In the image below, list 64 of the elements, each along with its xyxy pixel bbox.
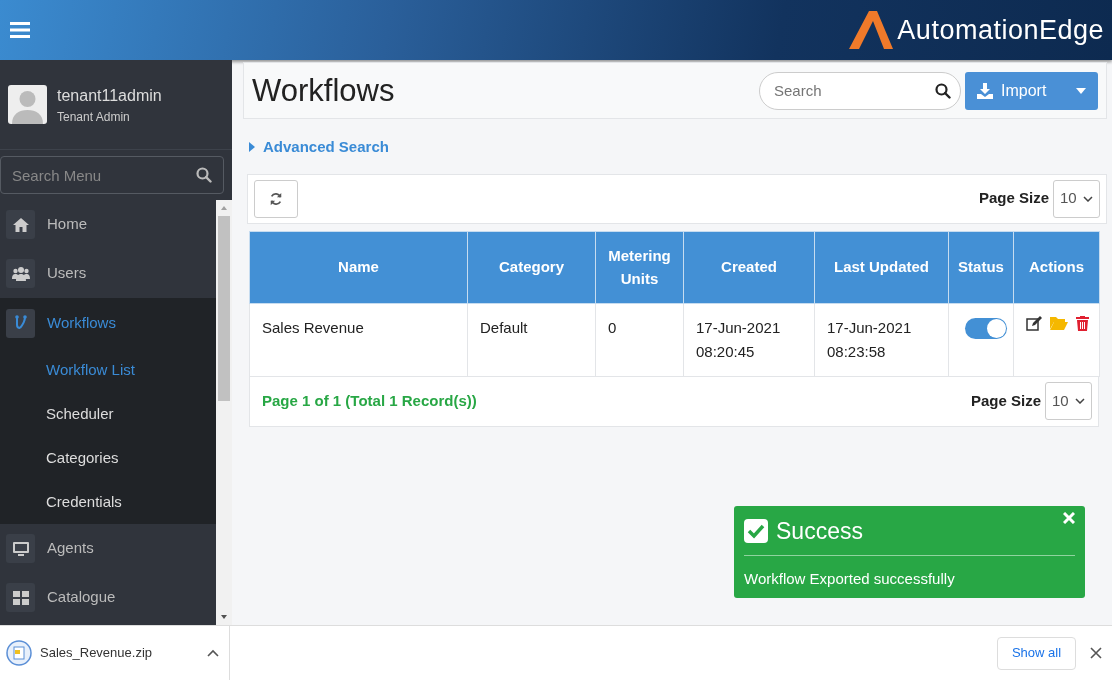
logo-icon [849,11,894,49]
search-icon[interactable] [196,167,212,183]
monitor-icon [11,539,30,558]
caret-icon[interactable] [249,142,255,153]
page-size-label: Page Size [978,188,1049,209]
scrollbar[interactable] [216,200,232,625]
download-icon [977,82,993,99]
pagination-summary: Page 1 of 1 (Total 1 Record(s)) [262,390,477,411]
user-role: Tenant Admin [57,108,131,126]
table-cell: 0 [595,303,684,376]
page-title: Workflows [252,71,395,110]
page-size-select[interactable]: 10 [1053,179,1100,218]
submenu-item[interactable]: Scheduler [0,392,216,436]
import-button[interactable]: Import [965,71,1098,110]
menu-icon[interactable] [10,22,30,38]
refresh-button[interactable] [254,179,298,218]
close-icon [1063,512,1075,524]
download-file-name[interactable]: Sales_Revenue.zip [40,643,199,663]
show-all-button[interactable]: Show all [997,636,1076,670]
caret-icon[interactable] [1076,87,1086,94]
column-header[interactable]: Category [467,231,596,303]
page-size-select[interactable]: 10 [1045,382,1092,420]
avatar-icon [8,85,47,124]
toast-title: Success [776,517,863,546]
zip-file-icon[interactable] [6,640,32,666]
users-icon [11,264,30,283]
sidebar-item[interactable]: Home [0,200,216,249]
sidebar-item[interactable]: Agents [0,524,216,573]
grid-icon [11,588,30,607]
column-header[interactable]: Status [948,231,1014,303]
chevron-up-icon[interactable] [207,649,219,657]
close-button[interactable] [1090,647,1102,659]
chevron-down-icon [1075,398,1085,404]
toast-message: Workflow Exported successfully [744,554,1075,590]
search-field[interactable]: Search [759,71,961,110]
sidebar-item[interactable]: Catalogue [0,573,216,622]
column-header[interactable]: Name [249,231,468,303]
sidebar-item[interactable]: Workflows [0,298,216,348]
submenu-item[interactable]: Credentials [0,480,216,524]
table-cell: Sales Revenue [249,303,468,376]
search-icon[interactable] [935,82,951,99]
refresh-icon [269,191,283,206]
column-header[interactable]: Metering Units [595,231,684,303]
sidebar-item[interactable]: Users [0,249,216,298]
menu-search-field[interactable]: Search Menu [0,156,224,194]
user-name: tenant11admin [57,85,162,106]
close-icon [1090,647,1102,659]
chevron-down-icon [1083,195,1093,202]
edit-icon[interactable] [1026,315,1042,331]
column-header[interactable]: Created [683,231,815,303]
column-header[interactable]: Actions [1013,231,1100,303]
checkbox-icon [744,519,768,544]
table-cell: 17-Jun-2021 08:20:45 [683,303,815,376]
submenu-item[interactable]: Categories [0,436,216,480]
page-size-label: Page Size [970,390,1041,411]
advanced-search-link[interactable]: Advanced Search [263,136,389,159]
logo-text: AutomationEdge [897,13,1104,47]
submenu-item[interactable]: Workflow List [0,348,216,392]
home-icon [11,215,30,234]
table-cell: 17-Jun-2021 08:23:58 [814,303,949,376]
table-cell: Default [467,303,596,376]
trash-icon[interactable] [1076,315,1089,331]
status-toggle[interactable] [965,317,1007,339]
column-header[interactable]: Last Updated [814,231,949,303]
